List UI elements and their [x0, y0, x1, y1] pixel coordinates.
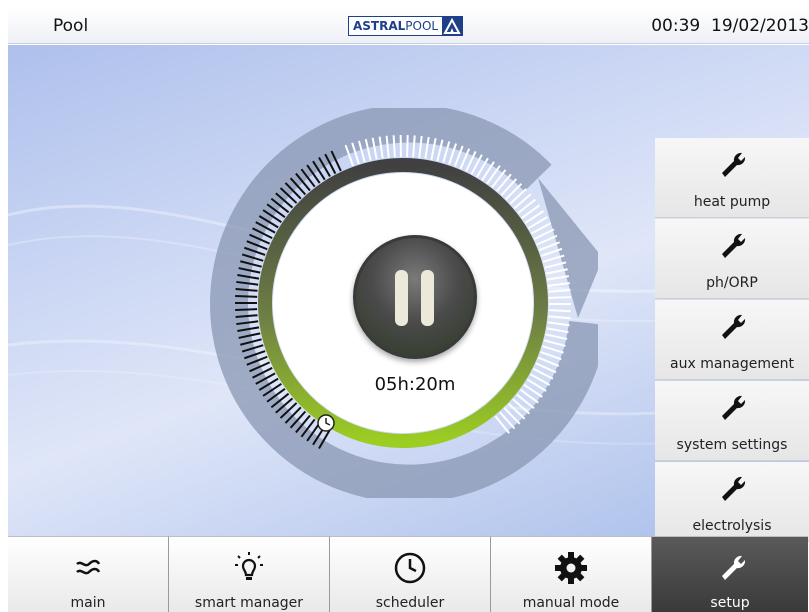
pause-button[interactable] — [353, 235, 477, 359]
elapsed-tick — [235, 308, 258, 312]
remaining-tick — [545, 268, 568, 275]
side-item-label: ph/ORP — [706, 275, 758, 291]
remaining-tick — [548, 309, 571, 313]
nav-label: manual mode — [522, 595, 620, 611]
side-item-ph-orp[interactable]: ph/ORP — [655, 219, 809, 299]
remaining-tick — [509, 188, 527, 205]
nav-label: smart manager — [194, 595, 304, 611]
wrench-icon — [722, 476, 746, 501]
clock-icon — [394, 552, 426, 584]
nav-main[interactable]: main — [8, 536, 169, 612]
nav-setup[interactable]: setup — [652, 536, 808, 612]
wrench-icon — [722, 233, 746, 258]
wrench-icon — [722, 314, 746, 339]
date-label: 19/02/2013 — [711, 16, 809, 36]
side-item-label: aux management — [670, 356, 794, 372]
wrench-icon — [722, 395, 746, 420]
remaining-tick — [548, 296, 571, 299]
remaining-tick — [392, 135, 396, 158]
side-item-heat-pump[interactable]: heat pump — [655, 138, 809, 218]
nav-label: main — [70, 595, 106, 611]
waves-icon — [76, 559, 101, 575]
remaining-tick — [543, 339, 566, 347]
nav-manual-mode[interactable]: manual mode — [491, 536, 652, 612]
wrench-icon — [722, 555, 746, 580]
remaining-tick — [538, 241, 560, 252]
remaining-tick — [546, 327, 569, 334]
nav-scheduler[interactable]: scheduler — [330, 536, 491, 612]
lightbulb-icon — [235, 552, 263, 580]
side-item-aux-management[interactable]: aux management — [655, 300, 809, 380]
side-item-system-settings[interactable]: system settings — [655, 381, 809, 461]
wrench-icon — [722, 152, 746, 177]
remaining-tick — [406, 135, 409, 158]
remaining-tick — [540, 351, 562, 361]
remaining-tick — [547, 321, 570, 327]
side-item-electrolysis[interactable]: electrolysis — [655, 462, 809, 542]
remaining-tick — [505, 183, 523, 201]
pause-bar-left — [395, 270, 408, 326]
remaining-time: 05h:20m — [374, 374, 456, 395]
time-label: 00:39 — [651, 16, 701, 36]
remaining-tick — [512, 398, 531, 415]
remaining-tick — [500, 178, 518, 196]
nav-smart-manager[interactable]: smart manager — [169, 536, 330, 612]
remaining-tick — [508, 402, 526, 420]
remaining-tick — [540, 247, 563, 257]
nav-label: setup — [710, 595, 750, 611]
top-bar: Pool ASTRALPOOL 00:39 19/02/2013 — [8, 8, 809, 44]
remaining-tick — [546, 275, 569, 281]
schedule-clock-icon — [317, 414, 335, 432]
remaining-tick — [494, 415, 510, 434]
elapsed-tick — [235, 294, 258, 298]
gear-icon — [555, 552, 587, 584]
remaining-tick — [503, 407, 521, 425]
logo-triangle-icon — [442, 17, 463, 35]
remaining-tick — [548, 315, 571, 320]
remaining-tick — [544, 261, 567, 269]
side-item-label: heat pump — [693, 194, 771, 210]
side-item-label: electrolysis — [692, 518, 772, 534]
remaining-tick — [542, 345, 564, 354]
pool-title: Pool — [53, 16, 89, 36]
remaining-tick — [547, 282, 570, 287]
remaining-tick — [542, 254, 565, 263]
remaining-tick — [545, 333, 568, 341]
logo-wordmark: ASTRALPOOL — [349, 17, 443, 35]
pause-bar-right — [421, 270, 434, 326]
remaining-tick — [499, 411, 516, 430]
astralpool-logo: ASTRALPOOL — [348, 16, 464, 36]
remaining-tick — [548, 289, 571, 293]
bottom-nav: main smart manager scheduler manual mode… — [8, 536, 809, 612]
nav-label: scheduler — [375, 595, 445, 611]
side-item-label: system settings — [676, 437, 788, 453]
date-time: 00:39 19/02/2013 — [651, 16, 809, 36]
